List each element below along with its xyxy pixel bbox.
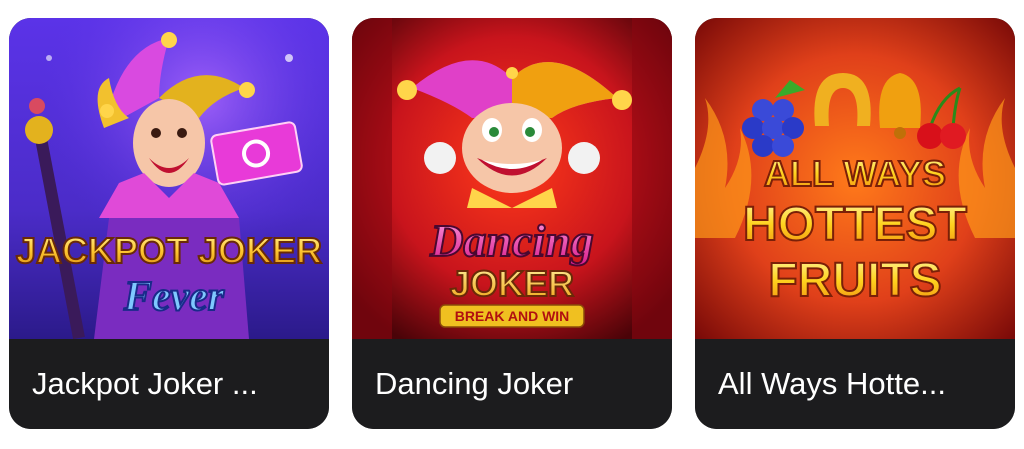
art-subtitle-break-and-win: BREAK AND WIN [455, 308, 570, 324]
art-title-jackpot-word: JACKPOT [16, 230, 188, 271]
art-title-fever: Fever [123, 274, 225, 320]
art-title-hottest: HOTTEST [743, 198, 967, 251]
art-title-joker: JOKER [450, 263, 574, 304]
game-title-label: All Ways Hotte... [695, 339, 1015, 429]
art-title-joker-word: JOKER [198, 230, 322, 271]
art-title-all-ways: ALL WAYS [764, 153, 946, 194]
game-title-label: Dancing Joker [352, 339, 672, 429]
game-card-jackpot-joker-fever[interactable]: JACKPOT JOKER Fever Jackpot Joker ... [9, 18, 329, 429]
game-card-dancing-joker[interactable]: Dancing JOKER BREAK AND WIN Dancing Joke… [352, 18, 672, 429]
art-title-jackpot: JACKPOT JOKER [16, 230, 322, 271]
game-thumbnail-dancing-joker[interactable]: Dancing JOKER BREAK AND WIN [352, 18, 672, 339]
game-card-all-ways-hottest-fruits[interactable]: ALL WAYS HOTTEST FRUITS All Ways Hotte..… [695, 18, 1015, 429]
game-thumbnail-jackpot-joker-fever[interactable]: JACKPOT JOKER Fever [9, 18, 329, 339]
art-title-fruits: FRUITS [768, 254, 941, 307]
art-title-dancing: Dancing [429, 215, 594, 266]
game-thumbnail-all-ways-hottest-fruits[interactable]: ALL WAYS HOTTEST FRUITS [695, 18, 1015, 339]
game-title-label: Jackpot Joker ... [9, 339, 329, 429]
